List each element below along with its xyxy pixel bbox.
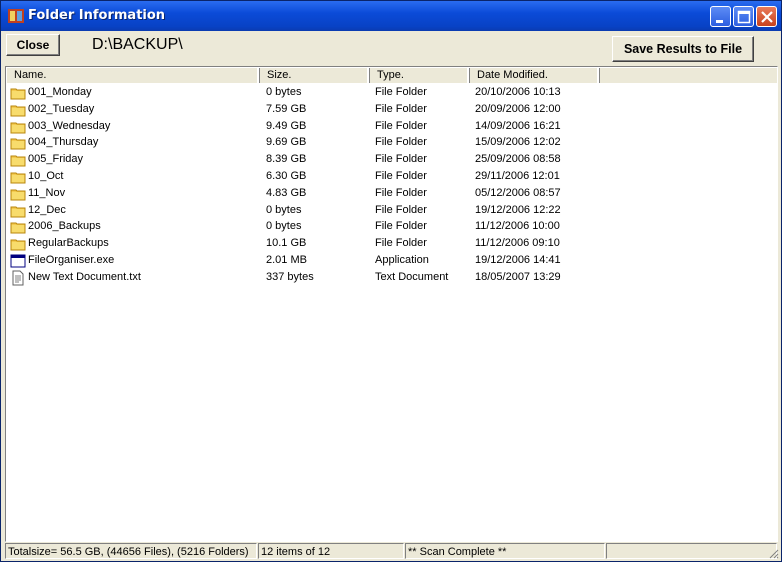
app-icon bbox=[8, 9, 24, 23]
folder-icon bbox=[10, 105, 26, 117]
folder-icon bbox=[10, 88, 26, 100]
file-date: 20/09/2006 12:00 bbox=[475, 102, 561, 115]
file-size: 7.59 GB bbox=[266, 102, 307, 115]
file-name: 005_Friday bbox=[28, 153, 84, 166]
list-item[interactable]: 005_Friday 8.39 GB File Folder 25/09/2006 0… bbox=[7, 151, 777, 168]
list-item[interactable]: 002_Tuesday 7.59 GB File Folder 20/09/2006 … bbox=[7, 101, 777, 118]
file-name: RegularBackups bbox=[28, 237, 109, 250]
status-item-count: 12 items of 12 bbox=[258, 543, 404, 559]
file-date: 29/11/2006 12:01 bbox=[475, 170, 560, 182]
file-list[interactable]: Name. Size. Type. Date Modified. 001_Mon… bbox=[5, 66, 778, 542]
file-date: 05/12/2006 08:57 bbox=[475, 186, 561, 199]
file-size: 0 bytes bbox=[266, 86, 302, 98]
folder-icon bbox=[10, 206, 26, 218]
file-type: File Folder bbox=[375, 153, 427, 166]
file-name: New Text Document.txt bbox=[28, 270, 141, 283]
column-header-date[interactable]: Date Modified. bbox=[470, 68, 600, 83]
list-item[interactable]: RegularBackups 10.1 GB File Folder 11/12/20… bbox=[7, 235, 777, 252]
file-date: 25/09/2006 08:58 bbox=[475, 153, 561, 166]
file-date: 18/05/2007 13:29 bbox=[475, 270, 561, 283]
file-type: File Folder bbox=[375, 186, 427, 199]
file-name: 2006_Backups bbox=[28, 220, 101, 233]
list-item[interactable]: 10_Oct 6.30 GB File Folder 29/11/2006 12:01 bbox=[7, 168, 777, 185]
resize-grip-icon[interactable] bbox=[767, 547, 779, 559]
file-size: 337 bytes bbox=[266, 270, 314, 283]
list-item[interactable]: 12_Dec 0 bytes File Folder 19/12/2006 12:22 bbox=[7, 202, 777, 219]
file-type: Text Document bbox=[375, 270, 449, 283]
folder-icon bbox=[10, 222, 26, 234]
maximize-button[interactable] bbox=[733, 6, 754, 27]
file-type: File Folder bbox=[375, 220, 427, 233]
file-size: 6.30 GB bbox=[266, 170, 307, 182]
file-type: File Folder bbox=[375, 237, 427, 250]
column-header-size[interactable]: Size. bbox=[260, 68, 370, 83]
text-document-icon bbox=[12, 270, 24, 286]
file-date: 11/12/2006 09:10 bbox=[475, 237, 560, 250]
file-type: File Folder bbox=[375, 170, 427, 182]
list-item[interactable]: 004_Thursday 9.69 GB File Folder 15/09/2006… bbox=[7, 134, 777, 151]
file-name: 12_Dec bbox=[28, 203, 66, 216]
status-extra bbox=[606, 543, 777, 559]
folder-icon bbox=[10, 239, 26, 251]
file-date: 11/12/2006 10:00 bbox=[475, 220, 560, 233]
file-type: Application bbox=[375, 254, 429, 266]
title-bar[interactable]: Folder Information bbox=[1, 1, 781, 31]
folder-icon bbox=[10, 122, 26, 134]
folder-icon bbox=[10, 172, 26, 184]
file-type: File Folder bbox=[375, 102, 427, 115]
folder-icon bbox=[10, 155, 26, 167]
list-item[interactable]: 11_Nov 4.83 GB File Folder 05/12/2006 08:57 bbox=[7, 185, 777, 202]
close-icon bbox=[761, 11, 773, 23]
file-date: 14/09/2006 16:21 bbox=[475, 119, 561, 132]
file-size: 10.1 GB bbox=[266, 237, 307, 250]
file-size: 0 bytes bbox=[266, 203, 302, 216]
minimize-icon bbox=[716, 20, 723, 23]
file-type: File Folder bbox=[375, 119, 427, 132]
status-totals: Totalsize= 56.5 GB, (44656 Files), (5216… bbox=[5, 543, 257, 559]
file-type: File Folder bbox=[375, 203, 427, 216]
folder-icon bbox=[10, 189, 26, 201]
file-name: 001_Monday bbox=[28, 86, 92, 98]
file-name: 004_Thursday bbox=[28, 136, 99, 149]
maximize-icon bbox=[737, 10, 751, 24]
list-header: Name. Size. Type. Date Modified. bbox=[7, 68, 777, 83]
file-size: 4.83 GB bbox=[266, 186, 307, 199]
file-name: 10_Oct bbox=[28, 170, 64, 182]
window-close-button[interactable] bbox=[756, 6, 777, 27]
list-item[interactable]: FileOrganiser.exe 2.01 MB Application 19/12… bbox=[7, 252, 777, 269]
folder-path: D:\BACKUP\ bbox=[92, 36, 183, 53]
window-title: Folder Information bbox=[28, 8, 166, 23]
list-item[interactable]: New Text Document.txt 337 bytes Text Docum… bbox=[7, 269, 777, 286]
file-name: 002_Tuesday bbox=[28, 102, 95, 115]
file-date: 19/12/2006 12:22 bbox=[475, 203, 561, 216]
file-name: 11_Nov bbox=[28, 186, 66, 199]
file-size: 9.69 GB bbox=[266, 136, 307, 149]
column-header-type[interactable]: Type. bbox=[370, 68, 470, 83]
file-name: FileOrganiser.exe bbox=[28, 254, 115, 266]
file-size: 0 bytes bbox=[266, 220, 302, 233]
save-results-button[interactable]: Save Results to File bbox=[612, 36, 754, 62]
file-type: File Folder bbox=[375, 86, 427, 98]
file-date: 20/10/2006 10:13 bbox=[475, 86, 561, 98]
folder-icon bbox=[10, 138, 26, 150]
column-header-name[interactable]: Name. bbox=[7, 68, 260, 83]
file-date: 15/09/2006 12:02 bbox=[475, 136, 561, 149]
list-item[interactable]: 2006_Backups 0 bytes File Folder 11/12/2006… bbox=[7, 218, 777, 235]
close-button[interactable]: Close bbox=[6, 34, 60, 56]
file-name: 003_Wednesday bbox=[28, 119, 111, 132]
folder-information-window: Folder Information Close D:\BACKUP\ Save… bbox=[0, 0, 782, 562]
application-icon bbox=[10, 254, 26, 268]
file-size: 2.01 MB bbox=[266, 254, 307, 266]
file-size: 8.39 GB bbox=[266, 153, 307, 166]
status-bar: Totalsize= 56.5 GB, (44656 Files), (5216… bbox=[1, 542, 781, 561]
file-size: 9.49 GB bbox=[266, 119, 307, 132]
minimize-button[interactable] bbox=[710, 6, 731, 27]
status-scan: ** Scan Complete ** bbox=[405, 543, 605, 559]
list-item[interactable]: 001_Monday 0 bytes File Folder 20/10/2006 1… bbox=[7, 84, 777, 101]
file-date: 19/12/2006 14:41 bbox=[475, 254, 561, 266]
toolbar: Close D:\BACKUP\ Save Results to File bbox=[1, 31, 781, 66]
list-item[interactable]: 003_Wednesday 9.49 GB File Folder 14/09/200… bbox=[7, 118, 777, 135]
file-type: File Folder bbox=[375, 136, 427, 149]
